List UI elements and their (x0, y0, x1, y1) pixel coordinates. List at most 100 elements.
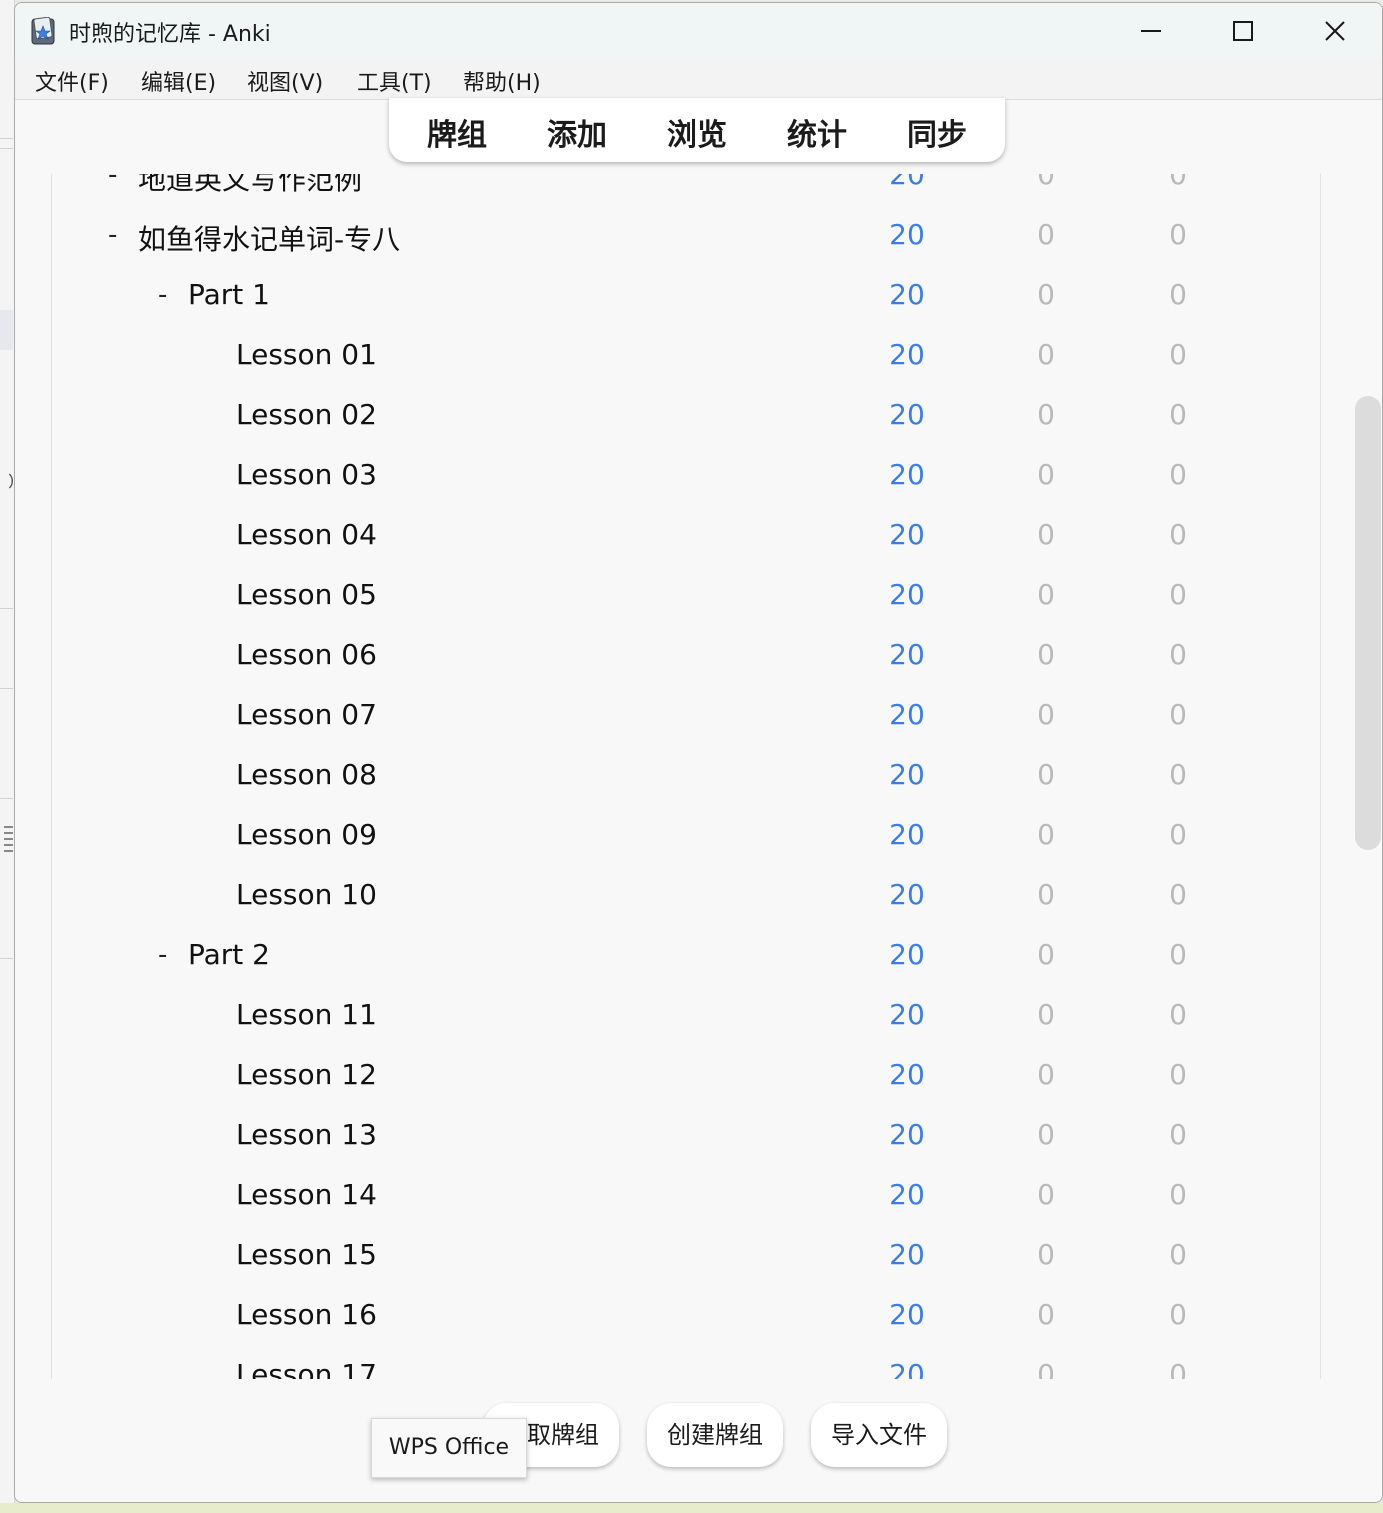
new-count: 20 (889, 758, 925, 791)
create-deck-button[interactable]: 创建牌组 (647, 1403, 783, 1467)
learn-count: 0 (1037, 1178, 1055, 1211)
learn-count: 0 (1037, 878, 1055, 911)
window-title: 时煦的记忆库 - Anki (69, 22, 271, 47)
menu-view[interactable]: 视图(V) (247, 65, 323, 97)
learn-count: 0 (1037, 1118, 1055, 1151)
due-count: 0 (1169, 1178, 1187, 1211)
deck-name-link[interactable]: Lesson 02 (236, 398, 377, 431)
deck-name-link[interactable]: Part 1 (188, 278, 270, 311)
deck-row[interactable]: - Part 1 20 0 0 (52, 268, 1320, 328)
background-window-edge: ﹚ (0, 0, 22, 1513)
due-count: 0 (1169, 278, 1187, 311)
menu-edit[interactable]: 编辑(E) (141, 65, 216, 97)
get-shared-decks-label: 取牌组 (527, 1421, 599, 1449)
due-count: 0 (1169, 758, 1187, 791)
due-count: 0 (1169, 1058, 1187, 1091)
menu-help[interactable]: 帮助(H) (463, 65, 541, 97)
scrollbar-thumb[interactable] (1355, 396, 1381, 850)
deck-row[interactable]: - Part 2 20 0 0 (52, 928, 1320, 988)
toolbar-sync-button[interactable]: 同步 (907, 110, 967, 154)
deck-name-link[interactable]: 如鱼得水记单词-专八 (138, 218, 400, 258)
learn-count: 0 (1037, 1298, 1055, 1331)
new-count: 20 (889, 938, 925, 971)
toolbar-add-button[interactable]: 添加 (547, 110, 607, 154)
due-count: 0 (1169, 458, 1187, 491)
taskbar-tooltip: WPS Office (371, 1418, 527, 1478)
deck-name-link[interactable]: Lesson 09 (236, 818, 377, 851)
deck-row[interactable]: Lesson 09 20 0 0 (52, 808, 1320, 868)
collapse-toggle[interactable]: - (158, 940, 167, 970)
title-bar[interactable]: 时煦的记忆库 - Anki (15, 3, 1382, 59)
toolbar-decks-button[interactable]: 牌组 (427, 110, 487, 154)
deck-name-link[interactable]: Lesson 16 (236, 1298, 377, 1331)
due-count: 0 (1169, 218, 1187, 251)
learn-count: 0 (1037, 458, 1055, 491)
due-count: 0 (1169, 818, 1187, 851)
deck-row[interactable]: Lesson 13 20 0 0 (52, 1108, 1320, 1168)
deck-row[interactable]: Lesson 08 20 0 0 (52, 748, 1320, 808)
new-count: 20 (889, 1358, 925, 1379)
new-count: 20 (889, 698, 925, 731)
deck-row[interactable]: Lesson 11 20 0 0 (52, 988, 1320, 1048)
deck-name-link[interactable]: Lesson 10 (236, 878, 377, 911)
learn-count: 0 (1037, 638, 1055, 671)
due-count: 0 (1169, 1358, 1187, 1379)
menu-file[interactable]: 文件(F) (35, 65, 109, 97)
new-count: 20 (889, 174, 925, 191)
deck-row[interactable]: Lesson 04 20 0 0 (52, 508, 1320, 568)
close-button[interactable] (1289, 3, 1381, 59)
maximize-button[interactable] (1197, 3, 1289, 59)
deck-row[interactable]: Lesson 02 20 0 0 (52, 388, 1320, 448)
deck-name-link[interactable]: Lesson 08 (236, 758, 377, 791)
deck-name-link[interactable]: Lesson 17 (236, 1358, 377, 1379)
deck-row[interactable]: Lesson 15 20 0 0 (52, 1228, 1320, 1288)
deck-name-link[interactable]: Lesson 12 (236, 1058, 377, 1091)
deck-name-link[interactable]: Lesson 15 (236, 1238, 377, 1271)
collapse-toggle[interactable]: - (108, 220, 117, 250)
learn-count: 0 (1037, 338, 1055, 371)
deck-name-link[interactable]: Lesson 04 (236, 518, 377, 551)
maximize-icon (1233, 21, 1253, 41)
deck-row[interactable]: Lesson 12 20 0 0 (52, 1048, 1320, 1108)
deck-row[interactable]: Lesson 07 20 0 0 (52, 688, 1320, 748)
deck-row[interactable]: Lesson 06 20 0 0 (52, 628, 1320, 688)
learn-count: 0 (1037, 174, 1055, 191)
deck-name-link[interactable]: Part 2 (188, 938, 270, 971)
due-count: 0 (1169, 938, 1187, 971)
deck-name-link[interactable]: Lesson 14 (236, 1178, 377, 1211)
import-file-button[interactable]: 导入文件 (811, 1403, 947, 1467)
minimize-button[interactable] (1105, 3, 1197, 59)
deck-row[interactable]: Lesson 16 20 0 0 (52, 1288, 1320, 1348)
toolbar-stats-button[interactable]: 统计 (787, 110, 847, 154)
deck-row[interactable]: - 如鱼得水记单词-专八 20 0 0 (52, 208, 1320, 268)
menu-tools[interactable]: 工具(T) (357, 65, 432, 97)
learn-count: 0 (1037, 1238, 1055, 1271)
deck-name-link[interactable]: Lesson 05 (236, 578, 377, 611)
toolbar-browse-button[interactable]: 浏览 (667, 110, 727, 154)
deck-row[interactable]: Lesson 03 20 0 0 (52, 448, 1320, 508)
new-count: 20 (889, 578, 925, 611)
collapse-toggle[interactable]: - (158, 280, 167, 310)
deck-row[interactable]: Lesson 05 20 0 0 (52, 568, 1320, 628)
due-count: 0 (1169, 998, 1187, 1031)
deck-name-link[interactable]: Lesson 11 (236, 998, 377, 1031)
deck-row[interactable]: Lesson 10 20 0 0 (52, 868, 1320, 928)
new-count: 20 (889, 278, 925, 311)
deck-name-link[interactable]: 地道英文写作范例 (138, 174, 362, 198)
deck-name-link[interactable]: Lesson 13 (236, 1118, 377, 1151)
deck-name-link[interactable]: Lesson 07 (236, 698, 377, 731)
deck-list: - 地道英文写作范例 20 0 0- 如鱼得水记单词-专八 20 0 0- Part 1 20 0 0 L… (51, 174, 1321, 1379)
deck-row[interactable]: Lesson 17 20 0 0 (52, 1348, 1320, 1379)
minimize-icon (1141, 30, 1161, 32)
new-count: 20 (889, 518, 925, 551)
deck-name-link[interactable]: Lesson 01 (236, 338, 377, 371)
import-file-label: 导入文件 (831, 1421, 927, 1449)
deck-row[interactable]: Lesson 01 20 0 0 (52, 328, 1320, 388)
deck-row[interactable]: - 地道英文写作范例 20 0 0 (52, 174, 1320, 208)
deck-row[interactable]: Lesson 14 20 0 0 (52, 1168, 1320, 1228)
learn-count: 0 (1037, 518, 1055, 551)
due-count: 0 (1169, 698, 1187, 731)
collapse-toggle[interactable]: - (108, 174, 117, 190)
deck-name-link[interactable]: Lesson 03 (236, 458, 377, 491)
deck-name-link[interactable]: Lesson 06 (236, 638, 377, 671)
